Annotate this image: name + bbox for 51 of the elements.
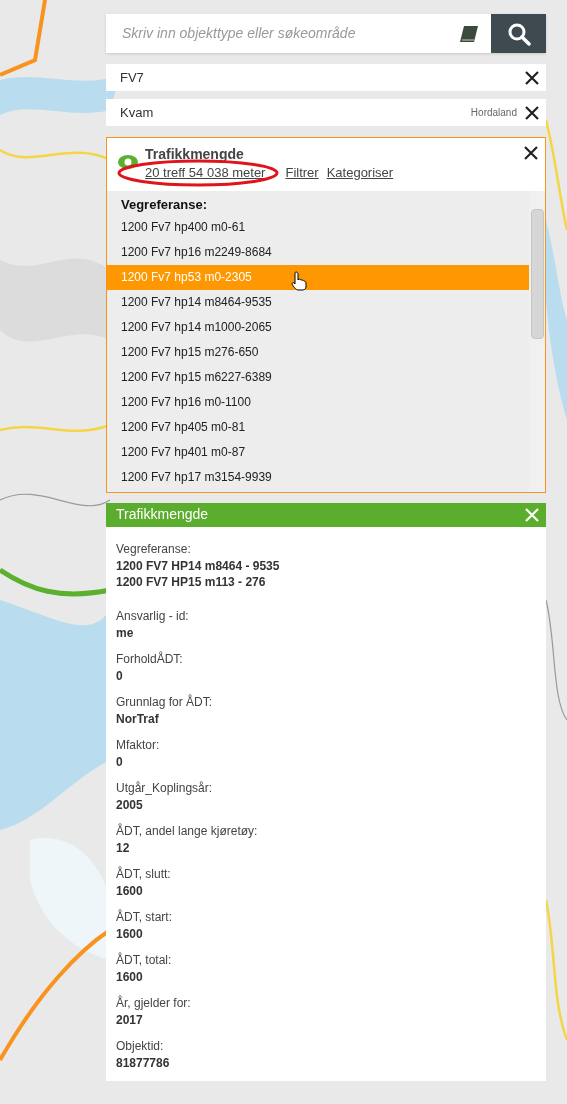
result-item[interactable]: 1200 Fv7 hp14 m8464-9535 (107, 289, 529, 315)
result-item[interactable]: 1200 Fv7 hp16 m0-1100 (107, 389, 529, 415)
eye-icon (117, 154, 139, 170)
list-heading: Vegreferanse: (120, 195, 208, 214)
field-label: ÅDT, total: (116, 951, 173, 969)
search-button[interactable] (491, 14, 546, 53)
field-label: ÅDT, andel lange kjøretøy: (116, 822, 259, 840)
field-value: 1600 (116, 925, 144, 942)
field-value: 2005 (116, 796, 144, 813)
field-value: 1600 (116, 968, 144, 985)
details-title: Trafikkmengde (116, 505, 210, 524)
results-action-link[interactable]: Kategoriser (326, 163, 394, 183)
results-action-link[interactable]: Filtrer (285, 163, 319, 183)
field-label: ÅDT, start: (116, 908, 173, 926)
field-value: 1200 FV7 HP15 m113 - 276 (116, 573, 267, 590)
field-value: me (116, 624, 135, 641)
result-item[interactable]: 1200 Fv7 hp14 m1000-2065 (107, 314, 529, 340)
result-item[interactable]: 1200 Fv7 hp16 m2249-8684 (107, 239, 529, 265)
result-item[interactable]: 1200 Fv7 hp15 m6227-6389 (107, 364, 529, 390)
hand-cursor-icon (291, 270, 307, 291)
result-item[interactable]: 1200 Fv7 hp17 m3154-9939 (107, 464, 529, 490)
field-label: Objektid: (116, 1037, 165, 1055)
book-icon[interactable] (459, 24, 479, 43)
field-label: Ansvarlig - id: (116, 607, 190, 625)
field-value: 2017 (116, 1011, 144, 1028)
result-item[interactable]: 1200 Fv7 hp15 m276-650 (107, 339, 529, 365)
field-value: 1600 (116, 882, 144, 899)
field-label: ÅDT, slutt: (116, 865, 172, 883)
field-value: 12 (116, 839, 131, 856)
field-value: 0 (116, 667, 124, 684)
field-label: Utgår_Koplingsår: (116, 779, 214, 797)
field-value: 0 (116, 753, 124, 770)
filter-label: FV7 (120, 68, 145, 87)
field-value: 1200 FV7 HP14 m8464 - 9535 (116, 557, 281, 574)
result-item[interactable]: 1200 Fv7 hp405 m0-81 (107, 414, 529, 440)
filter-label: Kvam (120, 103, 155, 122)
field-value: NorTraf (116, 710, 160, 727)
search-icon (506, 21, 531, 46)
result-item[interactable]: 1200 Fv7 hp401 m0-87 (107, 439, 529, 465)
remove-filter-icon[interactable] (525, 70, 539, 85)
field-label: ForholdÅDT: (116, 650, 184, 668)
result-item[interactable]: 1200 Fv7 hp400 m0-61 (107, 214, 529, 240)
results-title: Trafikkmengde (145, 146, 245, 163)
field-label: Mfaktor: (116, 736, 161, 754)
region-label: Hordaland (470, 106, 517, 120)
close-icon[interactable] (524, 146, 538, 160)
field-label: Grunnlag for ÅDT: (116, 693, 214, 711)
remove-filter-icon[interactable] (525, 105, 539, 120)
field-label: Vegreferanse: (116, 540, 192, 558)
field-label: År, gjelder for: (116, 994, 192, 1012)
field-value: 81877786 (116, 1054, 171, 1071)
